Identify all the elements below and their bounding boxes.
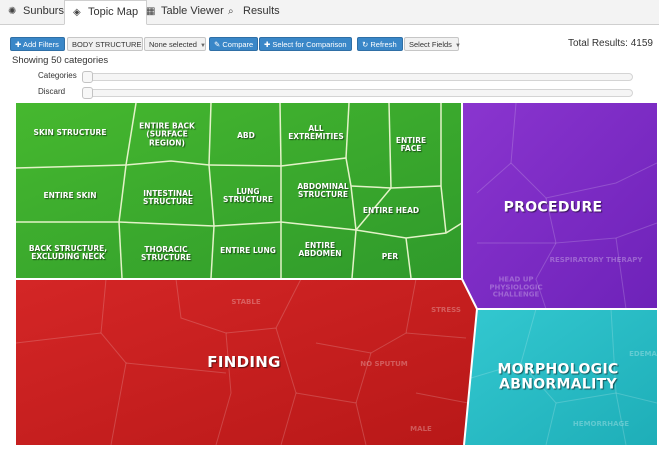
faint-cell-label: MALE — [410, 425, 432, 434]
tab-table-viewer[interactable]: ▦ Table Viewer — [138, 0, 232, 23]
none-selected-value: None selected — [149, 40, 197, 49]
topic-treemap: RESPIRATORY THERAPY HEAD UP PHYSIOLOGIC … — [16, 103, 657, 445]
discard-slider[interactable] — [82, 87, 633, 99]
sunburst-icon: ✺ — [8, 6, 17, 17]
select-fields-select[interactable]: Select Fields ▼ — [404, 37, 461, 51]
compare-button[interactable]: ✎ Compare — [209, 37, 258, 51]
tab-label: Sunburst — [23, 5, 68, 17]
showing-count: Showing 50 categories — [12, 55, 109, 66]
add-filters-label: Add Filters — [22, 40, 59, 49]
slider-handle[interactable] — [82, 87, 93, 99]
search-icon: ⌕ — [228, 6, 234, 17]
tab-label: Topic Map — [88, 6, 139, 18]
categories-slider-label: Categories — [38, 71, 77, 80]
select-for-comparison-label: Select for Comparison — [272, 40, 347, 49]
none-selected-select[interactable]: None selected ▼ — [144, 37, 206, 51]
tab-results[interactable]: ⌕ Results — [220, 0, 288, 23]
faint-cell-label: NO SPUTUM — [360, 360, 408, 369]
faint-cell-label: HEMORRHAGE — [572, 420, 630, 429]
compare-label: Compare — [222, 40, 254, 49]
tab-topic-map[interactable]: ◈ Topic Map — [64, 0, 148, 25]
faint-cell-label: HEAD UP PHYSIOLOGIC CHALLENGE — [489, 275, 543, 299]
refresh-button[interactable]: ↻ Refresh — [357, 37, 403, 51]
tag-icon: ◈ — [73, 7, 81, 18]
tab-bar: ✺ Sunburst ◈ Topic Map ▦ Table Viewer ⌕ Resu… — [0, 0, 659, 25]
body-structure-select[interactable]: BODY STRUCTURE▼ — [67, 37, 150, 51]
faint-cell-label: RESPIRATORY THERAPY — [549, 256, 643, 265]
chevron-down-icon: ▼ — [454, 43, 461, 49]
categories-slider[interactable] — [82, 71, 633, 83]
faint-cell-label: STRESS — [431, 306, 461, 315]
select-for-comparison-button[interactable]: ✚ Select for Comparison — [259, 37, 352, 51]
total-results: Total Results: 4159 — [567, 38, 653, 49]
treemap-canvas — [16, 103, 657, 445]
refresh-label: Refresh — [370, 40, 397, 49]
plus-icon: ✚ — [15, 40, 23, 49]
faint-cell-label: EDEMA — [629, 350, 657, 359]
tab-label: Results — [243, 5, 280, 17]
chevron-down-icon: ▼ — [199, 43, 206, 49]
tab-label: Table Viewer — [161, 5, 224, 17]
body-structure-value: BODY STRUCTURE — [72, 40, 142, 49]
slider-handle[interactable] — [82, 71, 93, 83]
select-fields-value: Select Fields — [409, 40, 452, 49]
add-filters-button[interactable]: ✚ Add Filters — [10, 37, 65, 51]
faint-cell-label: STABLE — [231, 298, 261, 307]
table-icon: ▦ — [146, 6, 156, 17]
body-structure-region[interactable] — [16, 103, 462, 279]
discard-slider-label: Discard — [38, 87, 66, 96]
